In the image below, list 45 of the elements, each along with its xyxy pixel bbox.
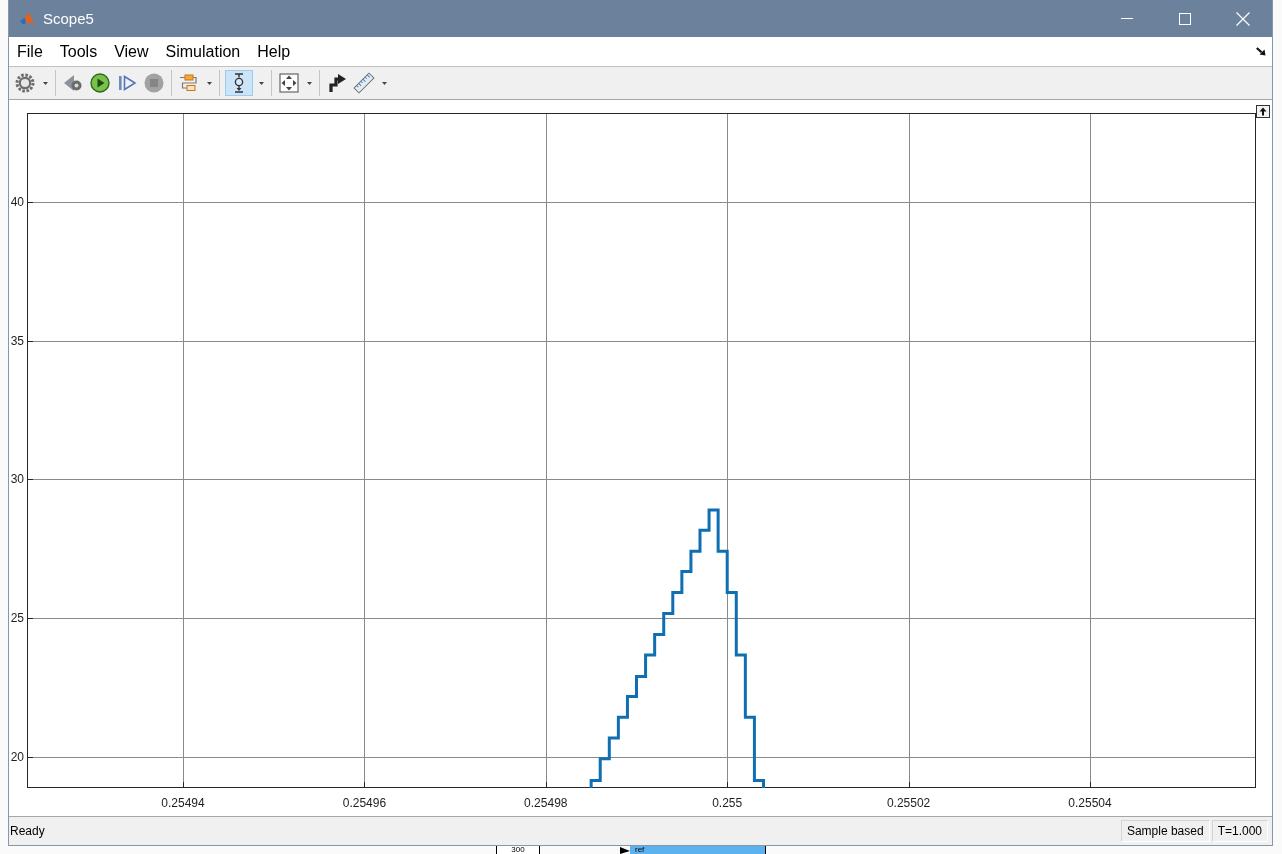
caret-icon: [206, 81, 212, 85]
port-block: ref: [630, 846, 766, 854]
y-tick-label: 20: [10, 749, 24, 764]
stop-icon: [144, 73, 164, 93]
y-tick-label: 30: [10, 472, 24, 487]
constant-block: 300: [496, 846, 540, 854]
expand-arrows-icon: [279, 73, 299, 93]
menu-item[interactable]: View: [106, 40, 157, 63]
zoom-button[interactable]: [225, 70, 253, 96]
maximize-icon: [1179, 12, 1191, 25]
status-field: T=1.000: [1211, 820, 1268, 842]
menu-item[interactable]: File: [9, 40, 51, 63]
x-tick-label: 0.25504: [1068, 796, 1112, 810]
close-icon: [1236, 11, 1250, 26]
status-field: Sample based: [1120, 820, 1210, 842]
x-tick-label: 0.25502: [886, 796, 931, 810]
y-tick-label: 25: [10, 611, 24, 626]
menu-item[interactable]: Help: [249, 40, 299, 63]
status-text: Ready: [10, 824, 45, 838]
x-tick-label: 0.255: [712, 796, 743, 810]
diagonal-arrow-icon[interactable]: [1256, 47, 1266, 56]
x-tick-label: 0.25496: [342, 796, 387, 810]
x-tick-label: 0.25494: [161, 796, 205, 810]
linked-blocks-icon: [179, 73, 199, 93]
caret-icon: [381, 81, 387, 85]
y-tick-label: 35: [10, 333, 24, 348]
stepped-arrow-icon: [327, 73, 347, 93]
caret-icon: [258, 81, 264, 85]
run-button[interactable]: [88, 70, 112, 96]
caret-icon: [42, 81, 48, 85]
peak-icon: [20, 10, 36, 27]
y-tick-label: 40: [10, 194, 24, 209]
play-icon: [90, 73, 110, 93]
window-title: Scope5: [43, 10, 94, 27]
caret-icon: [306, 81, 312, 85]
minimize-icon: [1121, 18, 1133, 19]
menu-item[interactable]: Tools: [51, 40, 106, 63]
up-arrow-icon[interactable]: [1256, 105, 1270, 118]
fit-to-view-button[interactable]: [277, 70, 301, 96]
step-forward-icon: [117, 73, 137, 93]
back-arrow-gear-icon: [63, 73, 83, 93]
port-arrow-icon: [620, 846, 630, 854]
menu-item[interactable]: Simulation: [157, 40, 249, 63]
gear-icon: [15, 73, 35, 93]
x-tick-label: 0.25498: [524, 796, 568, 810]
